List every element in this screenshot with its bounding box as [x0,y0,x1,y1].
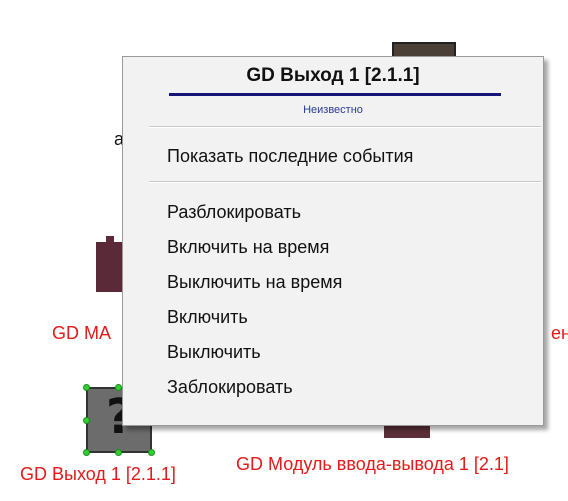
menu-item-turn-on-for-time[interactable]: Включить на время [167,236,329,258]
selection-handle[interactable] [115,449,122,456]
device-label-selected: GD Выход 1 [2.1.1] [20,464,176,484]
device-icon[interactable] [96,236,124,292]
menu-item-turn-off-for-time[interactable]: Выключить на время [167,271,342,293]
menu-item-show-last-events[interactable]: Показать последние события [167,145,413,167]
menu-title-underline [169,93,501,96]
menu-separator [149,181,541,183]
menu-item-turn-on[interactable]: Включить [167,306,248,328]
selection-handle[interactable] [115,384,122,391]
menu-item-block[interactable]: Заблокировать [167,376,293,398]
device-label: GD MA [52,323,112,343]
menu-item-turn-off[interactable]: Выключить [167,341,261,363]
selection-handle[interactable] [83,449,90,456]
menu-title: GD Выход 1 [2.1.1] [246,65,420,86]
device-label: GD Модуль ввода-вывода 1 [2.1] [236,454,509,474]
menu-separator [149,126,541,128]
selection-handle[interactable] [148,449,155,456]
device-status: Неизвестно [303,104,363,116]
menu-item-unblock[interactable]: Разблокировать [167,201,301,223]
schematic-canvas: a GD MA ен ? GD Выход 1 [2.1.1] GD Модул… [0,0,568,501]
selection-handle[interactable] [83,417,90,424]
selection-handle[interactable] [83,384,90,391]
device-label: ен [551,323,568,343]
context-menu: GD Выход 1 [2.1.1] Неизвестно Показать п… [122,56,544,426]
